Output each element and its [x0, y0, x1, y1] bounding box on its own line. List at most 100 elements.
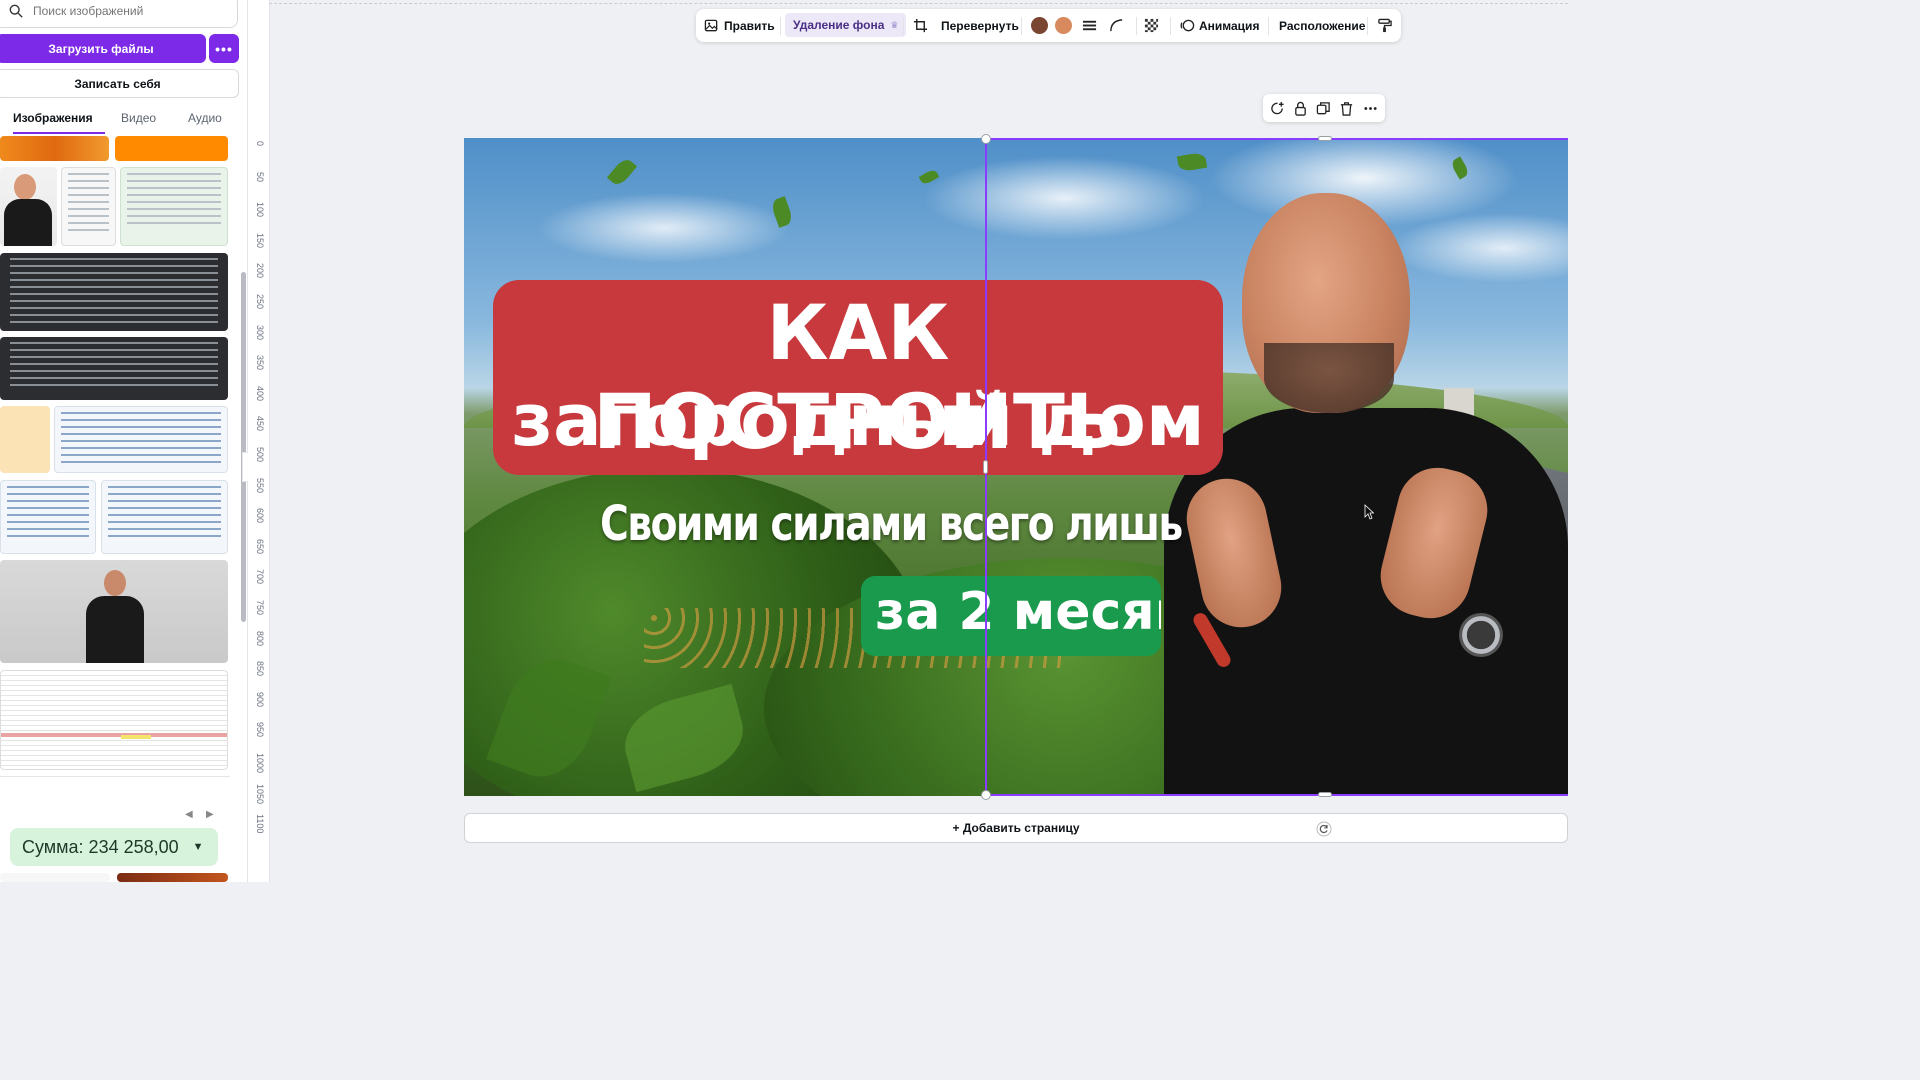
crop-button[interactable] — [913, 9, 928, 42]
transparency-icon — [1144, 18, 1159, 33]
ruler-tick-label: 800 — [255, 630, 265, 646]
falling-leaf — [1449, 156, 1471, 180]
horizontal-scroll-area: ◀ ▶ — [0, 776, 230, 820]
falling-leaf — [918, 168, 940, 186]
upload-thumbnail[interactable] — [0, 253, 228, 331]
upload-thumbnail[interactable] — [0, 406, 50, 473]
upload-thumbnail[interactable] — [0, 337, 228, 400]
tab-audio[interactable]: Аудио — [188, 108, 228, 134]
copy-style-button[interactable] — [1377, 9, 1392, 42]
color-swatch-tan[interactable] — [1055, 17, 1072, 34]
ruler-tick-label: 200 — [255, 263, 265, 279]
element-actions-bar — [1263, 94, 1385, 122]
vertical-ruler: 0 50 100 150 200 250 300 350 400 450 500 550 600 650 7… — [248, 0, 270, 882]
more-options-button[interactable]: ••• — [209, 34, 239, 63]
scroll-right-icon[interactable]: ▶ — [206, 809, 214, 820]
upload-thumbnail[interactable] — [0, 480, 96, 554]
chevron-down-icon: ▼ — [192, 841, 204, 853]
resize-handle[interactable] — [981, 134, 991, 144]
ruler-tick-label: 250 — [255, 294, 265, 310]
lock-button[interactable] — [1292, 100, 1308, 116]
ruler-tick-label: 850 — [255, 661, 265, 677]
more-dots-icon — [1363, 106, 1377, 110]
crown-icon: ♛ — [890, 19, 899, 30]
selection-border-top — [985, 138, 1568, 140]
flip-button[interactable]: Перевернуть — [941, 9, 1019, 42]
transparency-button[interactable] — [1144, 9, 1159, 42]
ruler-tick-label: 1000 — [255, 753, 265, 774]
upload-thumbnail[interactable] — [120, 167, 228, 246]
duration-text[interactable]: за 2 месяц — [875, 582, 1161, 642]
duplicate-icon — [1316, 101, 1330, 114]
mouse-cursor-icon — [1364, 504, 1374, 520]
position-button[interactable]: Расположение — [1279, 9, 1365, 42]
panel-scrollbar[interactable] — [240, 138, 247, 628]
resize-handle[interactable] — [1318, 136, 1332, 141]
scroll-left-icon[interactable]: ◀ — [185, 809, 193, 820]
duplicate-button[interactable] — [1315, 100, 1331, 116]
upload-thumbnail[interactable] — [54, 406, 228, 473]
ruler-tick-label: 0 — [255, 141, 265, 147]
border-style-button[interactable] — [1082, 9, 1097, 42]
record-yourself-button[interactable]: Записать себя — [0, 69, 239, 98]
corner-rounding-button[interactable] — [1109, 9, 1124, 42]
image-edit-icon — [704, 19, 718, 32]
edit-image-button[interactable]: Править — [704, 9, 775, 42]
paint-roller-icon — [1378, 18, 1392, 33]
duration-badge[interactable]: за 2 месяц — [861, 576, 1161, 656]
resize-handle[interactable] — [1318, 792, 1332, 797]
upload-thumbnail[interactable] — [61, 167, 116, 246]
more-actions-button[interactable] — [1362, 100, 1378, 116]
upload-thumbnail[interactable] — [0, 670, 228, 770]
upload-thumbnail[interactable] — [0, 167, 57, 246]
upload-thumbnail[interactable] — [115, 136, 228, 161]
ruler-tick-label: 750 — [255, 600, 265, 616]
ruler-tick-label: 600 — [255, 508, 265, 524]
toolbar-divider — [1170, 17, 1171, 35]
toolbar-divider — [1268, 17, 1269, 35]
tab-images[interactable]: Изображения — [13, 108, 105, 134]
upload-thumbnail[interactable] — [0, 560, 228, 663]
sum-chip[interactable]: Сумма: 234 258,00 ▼ — [10, 828, 218, 866]
delete-button[interactable] — [1338, 100, 1354, 116]
subtitle-text[interactable]: Своими силами всего лишь — [600, 496, 1183, 552]
corner-radius-icon — [1110, 19, 1123, 32]
flip-label: Перевернуть — [941, 18, 1019, 33]
upload-thumbnail[interactable] — [117, 873, 228, 882]
upload-thumbnail[interactable] — [0, 136, 109, 161]
comment-plus-icon — [1270, 101, 1284, 114]
edit-label: Править — [724, 18, 775, 33]
add-page-label: + Добавить страницу — [952, 821, 1080, 835]
color-swatch-brown[interactable] — [1031, 17, 1048, 34]
crop-icon — [913, 18, 928, 33]
ruler-tick-label: 50 — [255, 171, 265, 182]
refresh-icon[interactable] — [1316, 821, 1332, 837]
upload-thumbnail[interactable] — [101, 480, 228, 554]
add-page-button[interactable]: + Добавить страницу — [464, 813, 1568, 843]
uploads-panel: Загрузить файлы ••• Записать себя Изобра… — [0, 0, 248, 882]
upload-files-button[interactable]: Загрузить файлы — [0, 34, 206, 63]
tab-video[interactable]: Видео — [121, 108, 161, 134]
ruler-tick-label: 650 — [255, 538, 265, 554]
background-remover-label: Удаление фона — [793, 18, 885, 32]
lock-icon — [1294, 101, 1306, 116]
ruler-tick-label: 1050 — [255, 783, 265, 804]
design-canvas[interactable]: КАК ПОСТРОИТЬ загородный дом Своими сила… — [464, 138, 1568, 796]
selection-border-bottom — [985, 794, 1568, 796]
search-input[interactable] — [33, 4, 213, 18]
title-line-2[interactable]: загородный дом — [493, 378, 1223, 462]
search-box[interactable] — [0, 0, 238, 28]
falling-leaf — [606, 156, 638, 188]
rotate-comment-button[interactable] — [1269, 100, 1285, 116]
toolbar-divider — [1367, 17, 1368, 35]
ruler-tick-label: 900 — [255, 691, 265, 707]
resize-handle[interactable] — [981, 790, 991, 800]
canvas-top-guide — [254, 0, 1568, 4]
animate-button[interactable]: Анимация — [1180, 9, 1259, 42]
background-remover-button[interactable]: Удаление фона ♛ — [785, 13, 907, 37]
ruler-tick-label: 550 — [255, 477, 265, 493]
image-toolbar: Править Удаление фона ♛ Перевернуть Аним… — [696, 9, 1401, 42]
resize-handle[interactable] — [983, 460, 988, 474]
ruler-tick-label: 700 — [255, 569, 265, 585]
upload-thumbnail[interactable] — [0, 873, 110, 882]
